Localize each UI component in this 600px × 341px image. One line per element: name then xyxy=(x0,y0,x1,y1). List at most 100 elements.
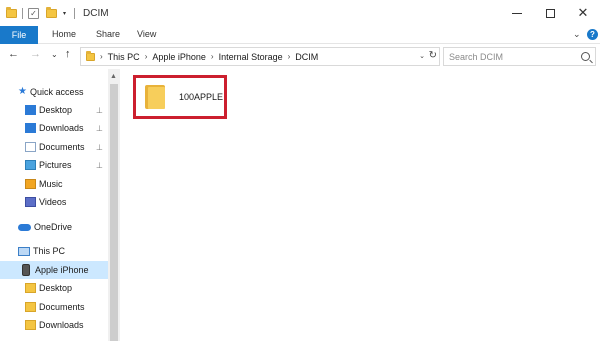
search-icon xyxy=(581,52,590,61)
help-button[interactable]: ? xyxy=(587,29,598,40)
nav-pane-scrollbar[interactable]: ▲ xyxy=(108,69,120,341)
nav-item-label: Apple iPhone xyxy=(35,265,89,275)
nav-item-label: Pictures xyxy=(39,160,72,170)
refresh-icon: ↻ xyxy=(428,50,437,61)
close-button[interactable]: ✕ xyxy=(566,0,600,26)
minimize-button[interactable] xyxy=(500,0,534,26)
window-title: DCIM xyxy=(83,8,109,19)
breadcrumb-apple-iphone[interactable]: Apple iPhone xyxy=(152,52,206,62)
title-bar: ✓ ▾ DCIM ✕ xyxy=(0,0,600,26)
desktop-folder-icon xyxy=(25,105,36,115)
nav-item-label: Downloads xyxy=(39,320,84,330)
nav-item-label: OneDrive xyxy=(34,222,73,232)
folder-item-100apple[interactable]: 100APPLE xyxy=(133,75,227,119)
breadcrumb-separator[interactable]: › xyxy=(288,52,291,61)
help-icon: ? xyxy=(590,30,595,39)
back-arrow-icon: ← xyxy=(8,48,19,60)
new-folder-icon xyxy=(46,7,57,18)
breadcrumb-dcim[interactable]: DCIM xyxy=(295,52,318,62)
nav-item-iphone-desktop[interactable]: Desktop xyxy=(0,279,108,297)
address-history-button[interactable]: ⌄ xyxy=(419,52,425,60)
nav-item-iphone-documents[interactable]: Documents xyxy=(0,298,108,316)
music-folder-icon xyxy=(25,179,36,189)
checkmark-icon: ✓ xyxy=(28,8,39,19)
nav-item-music[interactable]: Music xyxy=(0,175,108,193)
breadcrumb-separator[interactable]: › xyxy=(145,52,148,61)
customize-toolbar-button[interactable]: ▾ xyxy=(63,7,66,20)
back-button[interactable]: ← xyxy=(8,49,19,60)
pin-icon[interactable]: ⊥ xyxy=(96,124,103,133)
file-list: 100APPLE xyxy=(120,69,600,341)
chevron-down-icon: ⌄ xyxy=(573,29,581,39)
properties-button[interactable]: ✓ xyxy=(28,7,39,20)
pin-icon[interactable]: ⊥ xyxy=(96,161,103,170)
breadcrumb-this-pc[interactable]: This PC xyxy=(108,52,140,62)
nav-item-label: Downloads xyxy=(39,123,84,133)
nav-item-label: Documents xyxy=(39,142,85,152)
pin-icon[interactable]: ⊥ xyxy=(96,106,103,115)
tab-file[interactable]: File xyxy=(0,26,38,44)
chevron-down-icon: ⌄ xyxy=(419,53,425,60)
nav-item-label: Documents xyxy=(39,302,85,312)
onedrive-cloud-icon xyxy=(18,223,31,231)
nav-item-apple-iphone[interactable]: Apple iPhone xyxy=(0,261,108,279)
pin-icon[interactable]: ⊥ xyxy=(96,143,103,152)
videos-folder-icon xyxy=(25,197,36,207)
forward-arrow-icon: → xyxy=(30,48,41,60)
address-bar[interactable]: › This PC › Apple iPhone › Internal Stor… xyxy=(80,47,440,66)
scroll-up-icon[interactable]: ▲ xyxy=(110,73,117,80)
computer-icon xyxy=(18,246,30,256)
nav-item-onedrive[interactable]: OneDrive xyxy=(0,218,108,236)
chevron-down-icon: ⌄ xyxy=(51,50,58,59)
nav-item-desktop[interactable]: Desktop ⊥ xyxy=(0,101,108,119)
address-row: ← → ⌄ ↑ › This PC › Apple iPhone › Inter… xyxy=(0,45,600,69)
pictures-folder-icon xyxy=(25,160,36,170)
navigation-pane: ★ Quick access Desktop ⊥ Downloads ⊥ Doc… xyxy=(0,69,108,341)
nav-item-documents[interactable]: Documents ⊥ xyxy=(0,138,108,156)
folder-icon xyxy=(145,85,165,109)
breadcrumb-internal-storage[interactable]: Internal Storage xyxy=(219,52,283,62)
nav-item-quick-access[interactable]: ★ Quick access xyxy=(0,83,108,101)
folder-name: 100APPLE xyxy=(179,92,224,102)
expand-ribbon-button[interactable]: ⌄ xyxy=(573,29,581,40)
recent-locations-button[interactable]: ⌄ xyxy=(51,51,58,59)
dropdown-arrow-icon: ▾ xyxy=(63,11,67,17)
search-box[interactable] xyxy=(443,47,596,66)
tab-home[interactable]: Home xyxy=(52,29,76,39)
documents-folder-icon xyxy=(25,142,36,152)
nav-item-label: Music xyxy=(39,179,63,189)
documents-folder-icon xyxy=(25,302,36,312)
downloads-folder-icon xyxy=(25,123,36,133)
up-button[interactable]: ↑ xyxy=(65,49,71,60)
nav-item-label: Quick access xyxy=(29,87,84,97)
folder-icon xyxy=(86,50,95,61)
forward-button[interactable]: → xyxy=(30,49,41,60)
search-input[interactable] xyxy=(449,51,569,62)
new-folder-button[interactable] xyxy=(46,7,57,20)
nav-item-videos[interactable]: Videos xyxy=(0,193,108,211)
maximize-icon xyxy=(545,8,555,18)
nav-item-label: Videos xyxy=(39,197,67,207)
toolbar-divider xyxy=(74,8,75,19)
downloads-folder-icon xyxy=(25,320,36,330)
star-icon: ★ xyxy=(18,86,27,97)
scrollbar-thumb[interactable] xyxy=(110,84,118,341)
ribbon-tabs: File Home Share View ⌄ ? xyxy=(0,26,600,44)
close-icon: ✕ xyxy=(577,5,589,20)
maximize-button[interactable] xyxy=(533,0,567,26)
nav-item-this-pc[interactable]: This PC xyxy=(0,242,108,260)
tab-view[interactable]: View xyxy=(137,29,156,39)
breadcrumb-separator[interactable]: › xyxy=(211,52,214,61)
phone-icon xyxy=(22,264,30,276)
nav-item-iphone-downloads[interactable]: Downloads xyxy=(0,316,108,334)
folder-icon xyxy=(6,7,17,20)
nav-item-label: Desktop xyxy=(39,283,73,293)
nav-item-label: Desktop xyxy=(39,105,73,115)
tab-share[interactable]: Share xyxy=(96,29,120,39)
refresh-button[interactable]: ↻ xyxy=(429,50,437,61)
nav-item-label: This PC xyxy=(33,246,66,256)
nav-item-pictures[interactable]: Pictures ⊥ xyxy=(0,156,108,174)
up-arrow-icon: ↑ xyxy=(65,48,71,60)
nav-item-downloads[interactable]: Downloads ⊥ xyxy=(0,119,108,137)
breadcrumb-separator: › xyxy=(100,52,103,61)
